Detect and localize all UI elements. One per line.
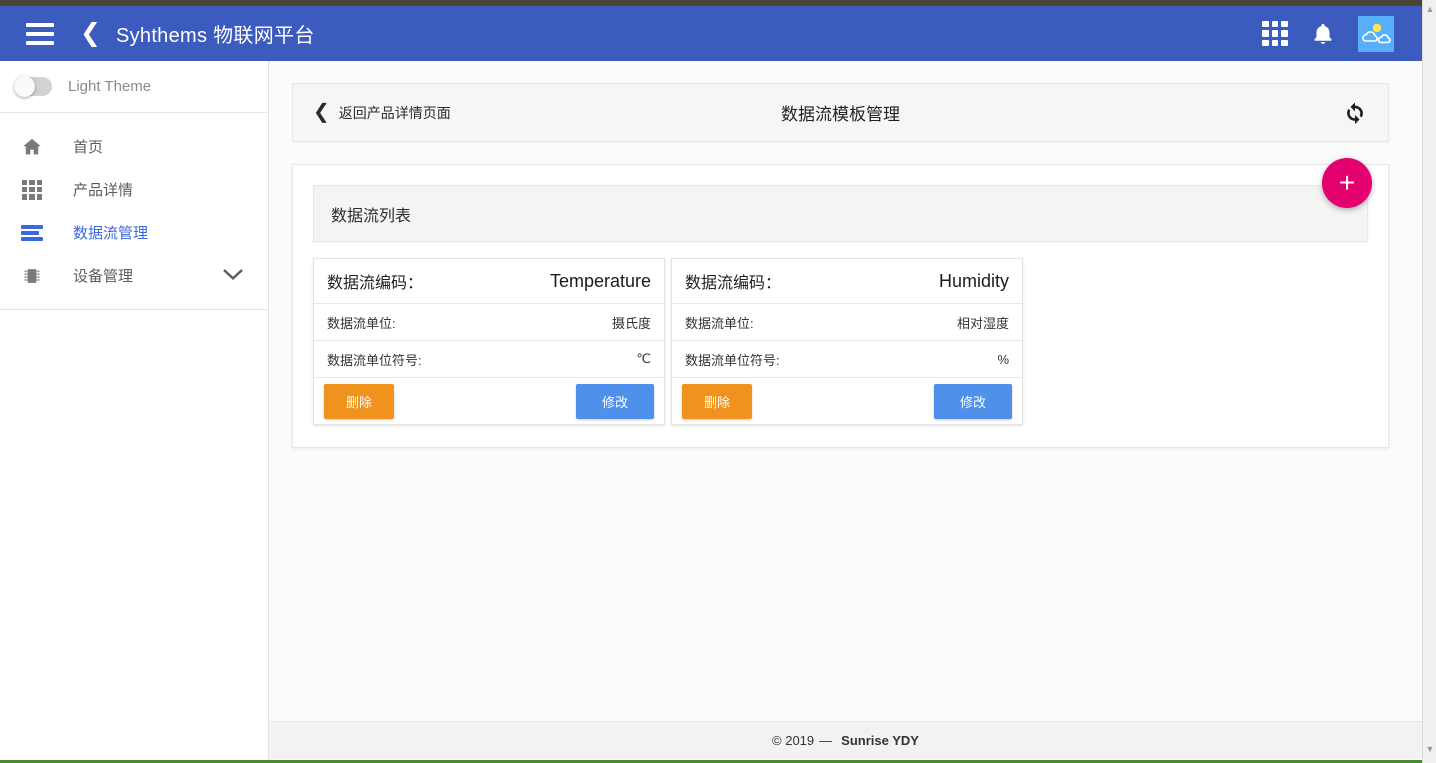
top-app-bar: ❮ Syhthems 物联网平台 bbox=[0, 6, 1422, 61]
page-scrollbar[interactable]: ▲ ▼ bbox=[1422, 0, 1436, 763]
home-icon bbox=[18, 134, 46, 160]
datastream-unit-row: 数据流单位: 相对湿度 bbox=[672, 304, 1022, 341]
sidebar-item-home[interactable]: 首页 bbox=[0, 125, 268, 168]
datastream-code-row: 数据流编码： Temperature bbox=[314, 259, 664, 304]
datastream-card: 数据流编码： Temperature 数据流单位: 摄氏度 数据流单位符号: ℃… bbox=[313, 258, 665, 425]
light-theme-toggle[interactable] bbox=[14, 76, 52, 97]
light-theme-label: Light Theme bbox=[68, 78, 152, 95]
edit-button[interactable]: 修改 bbox=[575, 383, 654, 419]
back-link-label: 返回产品详情页面 bbox=[338, 104, 451, 121]
theme-toggle-row[interactable]: Light Theme bbox=[0, 61, 268, 113]
datastream-card: 数据流编码： Humidity 数据流单位: 相对湿度 数据流单位符号: % 删… bbox=[671, 258, 1023, 425]
notifications-bell-icon[interactable] bbox=[1310, 20, 1336, 48]
plus-icon: + bbox=[1338, 167, 1356, 198]
hamburger-line bbox=[26, 40, 54, 45]
hamburger-line bbox=[26, 22, 54, 27]
sidebar: Light Theme 首页 产品详情 数据流管理 设备管理 bbox=[0, 61, 269, 763]
footer-copyright: © 2019 bbox=[772, 733, 815, 748]
datastream-unit-row: 数据流单位: 摄氏度 bbox=[314, 304, 664, 341]
page-title: 数据流模板管理 bbox=[781, 105, 900, 124]
content-wrapper: ❮ 返回产品详情页面 数据流模板管理 数据流列表 + 数据流编码： Temper… bbox=[269, 61, 1422, 448]
datastream-unit-symbol-value: ℃ bbox=[636, 351, 651, 366]
chevron-down-icon[interactable] bbox=[222, 268, 244, 284]
datastream-code-value: Temperature bbox=[549, 270, 651, 291]
datastream-list-title: 数据流列表 bbox=[331, 207, 412, 225]
sidebar-item-label: 设备管理 bbox=[73, 268, 134, 285]
sidebar-item-device-management[interactable]: 设备管理 bbox=[0, 254, 268, 297]
sidebar-item-datastream[interactable]: 数据流管理 bbox=[0, 211, 268, 254]
app-brand-title: Syhthems 物联网平台 bbox=[115, 25, 315, 47]
datastream-code-label: 数据流编码： bbox=[327, 275, 424, 292]
chevron-left-icon: ❮ bbox=[313, 100, 330, 123]
main-content: ❮ 返回产品详情页面 数据流模板管理 数据流列表 + 数据流编码： Temper… bbox=[269, 61, 1422, 763]
datastream-unit-value: 相对湿度 bbox=[956, 315, 1009, 331]
datastream-unit-value: 摄氏度 bbox=[611, 315, 651, 331]
datastream-code-value: Humidity bbox=[938, 270, 1009, 291]
datastream-card-list: 数据流编码： Temperature 数据流单位: 摄氏度 数据流单位符号: ℃… bbox=[313, 258, 1368, 425]
sidebar-item-product-detail[interactable]: 产品详情 bbox=[0, 168, 268, 211]
sidebar-item-label: 数据流管理 bbox=[73, 225, 149, 242]
datastream-card-actions: 删除 修改 bbox=[314, 378, 664, 424]
delete-button[interactable]: 删除 bbox=[682, 383, 753, 419]
sidebar-item-label: 首页 bbox=[73, 139, 104, 156]
delete-button[interactable]: 删除 bbox=[324, 383, 395, 419]
page-footer: © 2019 — Sunrise YDY bbox=[269, 721, 1422, 759]
datastream-code-row: 数据流编码： Humidity bbox=[672, 259, 1022, 304]
stream-bars-icon bbox=[18, 220, 46, 246]
page-header-bar: ❮ 返回产品详情页面 数据流模板管理 bbox=[292, 83, 1389, 142]
scroll-up-arrow-icon[interactable]: ▲ bbox=[1423, 1, 1436, 17]
grid-dots-icon bbox=[18, 177, 46, 203]
user-avatar[interactable] bbox=[1358, 15, 1394, 52]
apps-grid-icon[interactable] bbox=[1262, 20, 1288, 47]
sidebar-nav: 首页 产品详情 数据流管理 设备管理 bbox=[0, 113, 268, 310]
hamburger-menu-icon[interactable] bbox=[26, 22, 54, 45]
app-bar-back-icon[interactable]: ❮ bbox=[80, 21, 101, 46]
toggle-knob bbox=[14, 76, 35, 97]
datastream-card-actions: 删除 修改 bbox=[672, 378, 1022, 424]
back-to-product-detail-link[interactable]: ❮ 返回产品详情页面 bbox=[313, 100, 451, 123]
datastream-unit-symbol-value: % bbox=[997, 351, 1009, 367]
datastream-unit-symbol-row: 数据流单位符号: % bbox=[672, 341, 1022, 378]
app-bar-right-group bbox=[1262, 15, 1422, 52]
add-datastream-button[interactable]: + bbox=[1322, 158, 1372, 208]
sidebar-item-label: 产品详情 bbox=[73, 182, 134, 199]
datastream-panel: 数据流列表 + 数据流编码： Temperature 数据流单位: 摄氏度 数据… bbox=[292, 158, 1389, 448]
scroll-down-arrow-icon[interactable]: ▼ bbox=[1423, 741, 1436, 757]
datastream-unit-label: 数据流单位: bbox=[685, 315, 754, 331]
footer-company: Sunrise YDY bbox=[841, 733, 919, 748]
datastream-unit-symbol-label: 数据流单位符号: bbox=[685, 352, 780, 368]
datastream-unit-symbol-label: 数据流单位符号: bbox=[327, 352, 422, 368]
hamburger-line bbox=[26, 31, 54, 36]
datastream-unit-label: 数据流单位: bbox=[327, 315, 396, 331]
refresh-icon[interactable] bbox=[1342, 100, 1368, 126]
datastream-code-label: 数据流编码： bbox=[685, 275, 782, 292]
chip-icon bbox=[18, 263, 46, 289]
datastream-list-bar: 数据流列表 + bbox=[313, 158, 1372, 242]
app-bar-left-group: ❮ Syhthems 物联网平台 bbox=[0, 19, 315, 48]
edit-button[interactable]: 修改 bbox=[933, 383, 1012, 419]
datastream-unit-symbol-row: 数据流单位符号: ℃ bbox=[314, 341, 664, 378]
footer-dash: — bbox=[819, 733, 833, 748]
